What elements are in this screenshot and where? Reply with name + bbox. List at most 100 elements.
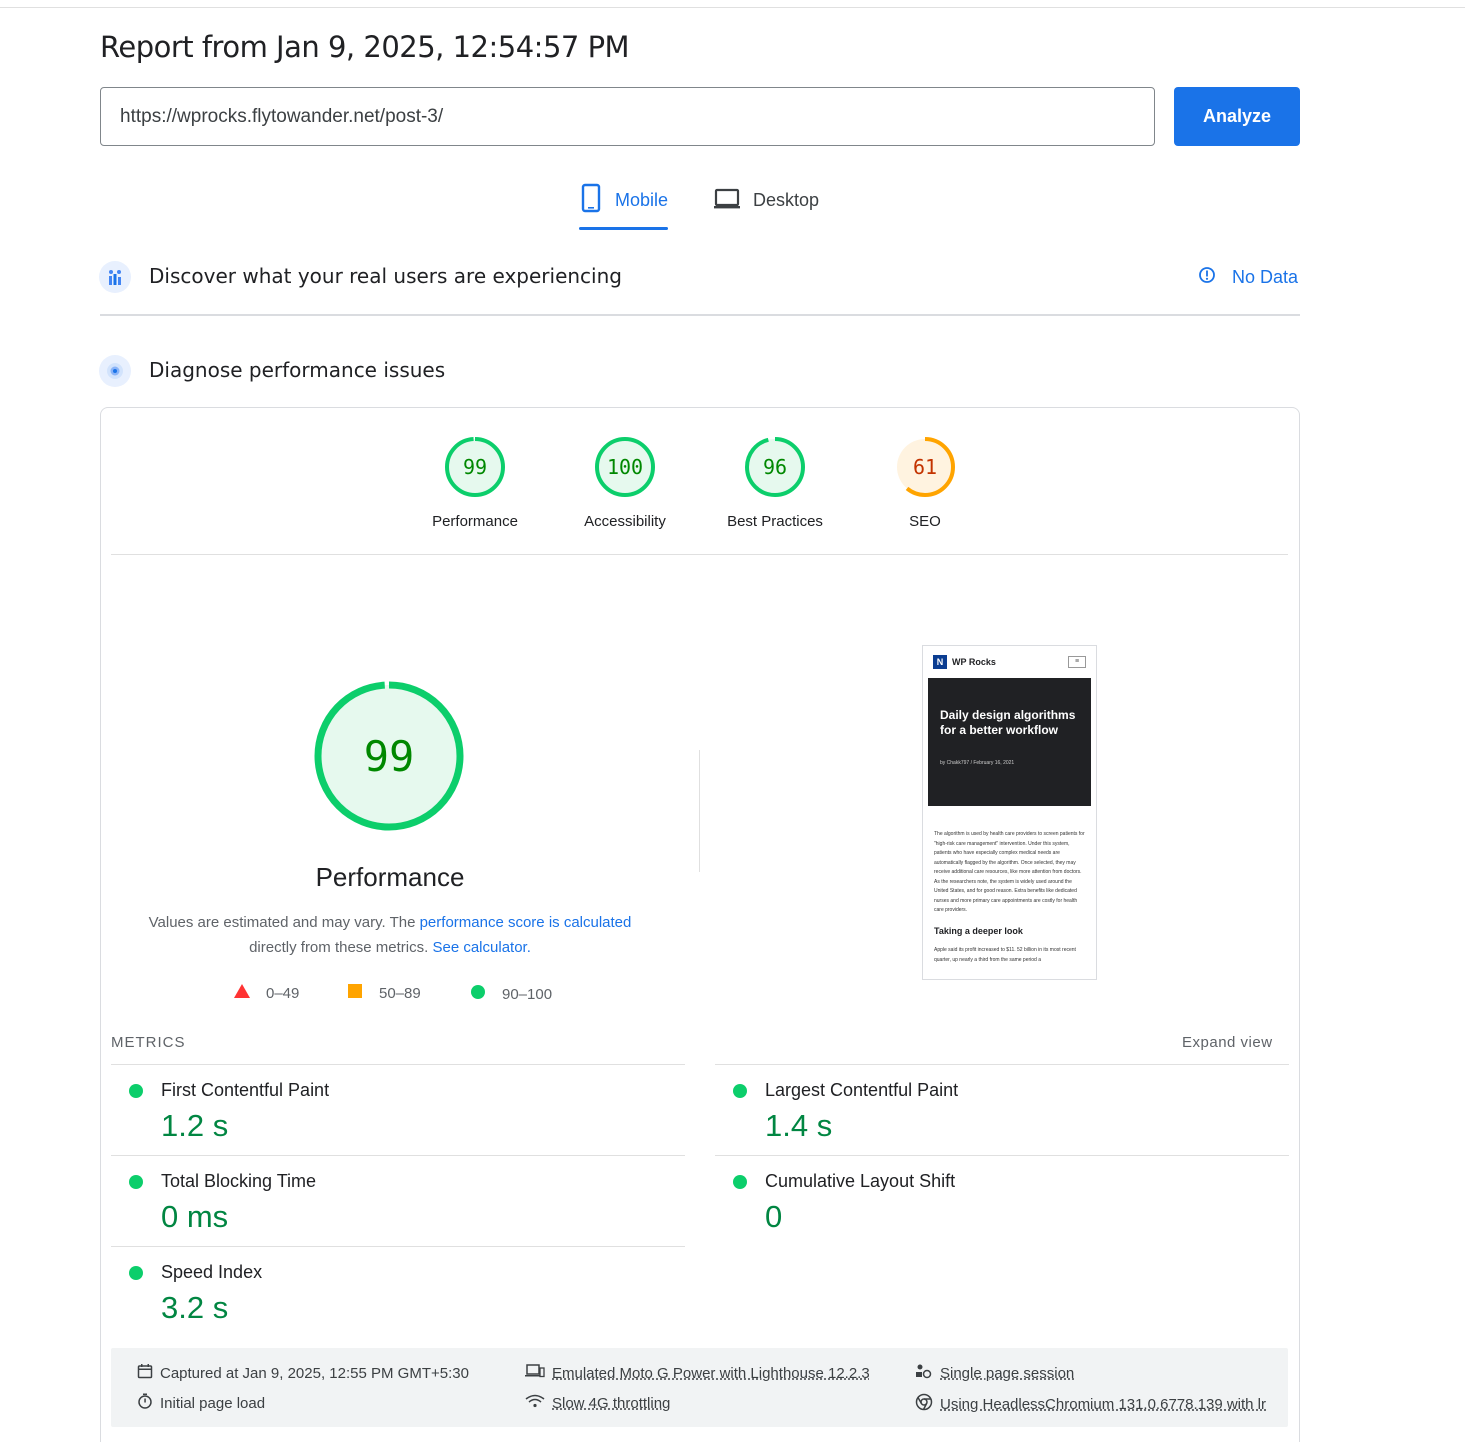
gauge-best-practices[interactable]: 96 Best Practices <box>715 435 835 530</box>
top-border <box>0 7 1465 8</box>
gauges-divider <box>111 554 1288 555</box>
metric-value: 0 ms <box>161 1199 229 1234</box>
legend-pass: 90–100 <box>470 984 552 1004</box>
diagnose-icon <box>99 355 131 387</box>
final-screenshot[interactable]: N WP Rocks ≡ Daily design algorithms for… <box>922 645 1097 980</box>
performance-description: Values are estimated and may vary. The p… <box>130 910 650 960</box>
screenshot-headline: Daily design algorithms for a better wor… <box>940 708 1076 737</box>
screenshot-paragraph: The algorithm is used by health care pro… <box>934 831 1085 913</box>
desc-text-2: directly from these metrics. <box>249 939 433 956</box>
screenshot-body: The algorithm is used by health care pro… <box>923 806 1096 965</box>
hamburger-icon: ≡ <box>1068 656 1086 668</box>
timer-icon <box>137 1393 153 1413</box>
chrome-icon <box>915 1393 933 1415</box>
metric-cls: Cumulative Layout Shift 0 <box>715 1155 1289 1246</box>
square-icon <box>347 984 363 1002</box>
legend-pass-label: 90–100 <box>502 985 553 1003</box>
gauge-score: 99 <box>364 732 415 781</box>
vertical-separator <box>699 750 700 872</box>
emulated-device[interactable]: Emulated Moto G Power with Lighthouse 12… <box>525 1363 870 1383</box>
page-title: Report from Jan 9, 2025, 12:54:57 PM <box>100 30 630 64</box>
gauge-score: 100 <box>607 455 643 479</box>
metric-name: Cumulative Layout Shift <box>765 1171 956 1191</box>
performance-title: Performance <box>315 862 465 892</box>
screenshot-header: N WP Rocks ≡ <box>923 646 1096 678</box>
wifi-icon <box>525 1393 545 1413</box>
screenshot-paragraph-2: Apple said its profit increased to $11. … <box>934 947 1076 963</box>
gauge-seo-ring: 61 <box>895 437 955 497</box>
metric-value: 1.2 s <box>161 1108 229 1143</box>
page-session[interactable]: Single page session <box>915 1363 1074 1383</box>
gauge-seo[interactable]: 61 SEO <box>865 435 985 530</box>
desc-text-1: Values are estimated and may vary. The <box>148 914 420 931</box>
metric-value: 1.4 s <box>765 1108 833 1143</box>
no-data-link[interactable]: No Data <box>1198 266 1298 289</box>
users-icon <box>99 261 131 293</box>
metric-fcp: First Contentful Paint 1.2 s <box>111 1064 685 1155</box>
url-input-value: https://wprocks.flytowander.net/post-3/ <box>120 105 444 127</box>
analyze-button[interactable]: Analyze <box>1174 87 1300 146</box>
info-icon <box>1198 266 1216 289</box>
session-label: Single page session <box>940 1364 1075 1382</box>
gauge-performance[interactable]: 99 Performance <box>415 435 535 530</box>
gauge-score: 61 <box>913 455 937 479</box>
legend-fail-label: 0–49 <box>266 984 300 1002</box>
gauge-score: 99 <box>463 455 487 479</box>
gauge-performance-label: Performance <box>432 513 518 530</box>
gauge-seo-label: SEO <box>909 513 941 530</box>
mobile-icon <box>579 182 603 219</box>
see-calculator-link[interactable]: See calculator. <box>432 939 530 956</box>
screenshot-meta: by Chakk797 / February 16, 2021 <box>940 760 1015 766</box>
legend-average: 50–89 <box>347 984 421 1002</box>
triangle-icon <box>234 984 250 1002</box>
metrics-heading: METRICS <box>111 1034 186 1051</box>
no-data-label: No Data <box>1232 267 1299 287</box>
url-input[interactable]: https://wprocks.flytowander.net/post-3/ <box>100 87 1155 146</box>
calendar-icon <box>137 1363 153 1383</box>
metric-value: 0 <box>765 1199 783 1234</box>
pass-dot-icon <box>129 1084 143 1098</box>
throttling[interactable]: Slow 4G throttling <box>525 1393 670 1413</box>
gauge-score: 96 <box>763 455 787 479</box>
gauge-best-practices-ring: 96 <box>745 437 805 497</box>
screenshot-hero: Daily design algorithms for a better wor… <box>928 678 1091 806</box>
site-name: WP Rocks <box>952 657 996 667</box>
devices-icon <box>525 1363 545 1383</box>
gauge-accessibility[interactable]: 100 Accessibility <box>565 435 685 530</box>
legend-fail: 0–49 <box>234 984 299 1002</box>
section-divider <box>100 314 1300 316</box>
pass-dot-icon <box>129 1266 143 1280</box>
browser-label: Using HeadlessChromium 131.0.6778.139 wi… <box>940 1395 1267 1413</box>
gauge-performance-ring: 99 <box>445 437 505 497</box>
metric-name: Total Blocking Time <box>161 1171 317 1191</box>
pass-dot-icon <box>129 1175 143 1189</box>
runtime-settings: Captured at Jan 9, 2025, 12:55 PM GMT+5:… <box>111 1348 1288 1427</box>
captured-label: Captured at Jan 9, 2025, 12:55 PM GMT+5:… <box>160 1364 469 1382</box>
initial-load: Initial page load <box>137 1393 265 1413</box>
legend-average-label: 50–89 <box>379 984 421 1002</box>
crux-title: Discover what your real users are experi… <box>149 264 622 288</box>
tab-desktop[interactable]: Desktop <box>713 182 819 230</box>
site-logo: N <box>933 655 947 669</box>
score-calculated-link[interactable]: performance score is calculated <box>420 914 632 931</box>
circle-icon <box>470 984 486 1004</box>
initial-load-label: Initial page load <box>160 1394 266 1412</box>
tab-mobile[interactable]: Mobile <box>579 182 669 230</box>
metric-tbt: Total Blocking Time 0 ms <box>111 1155 685 1246</box>
pass-dot-icon <box>733 1175 747 1189</box>
screenshot-subheading: Taking a deeper look <box>934 925 1023 936</box>
browser-version[interactable]: Using HeadlessChromium 131.0.6778.139 wi… <box>915 1393 1266 1415</box>
gauge-best-practices-label: Best Practices <box>727 513 823 530</box>
metric-name: Speed Index <box>161 1262 263 1282</box>
throttling-label: Slow 4G throttling <box>552 1394 671 1412</box>
metric-name: First Contentful Paint <box>161 1080 330 1100</box>
pass-dot-icon <box>733 1084 747 1098</box>
metric-value: 3.2 s <box>161 1290 229 1325</box>
desktop-icon <box>713 182 741 219</box>
gauge-accessibility-ring: 100 <box>595 437 655 497</box>
expand-view-button[interactable]: Expand view <box>1182 1034 1273 1051</box>
tab-desktop-label: Desktop <box>753 190 820 210</box>
metric-si: Speed Index 3.2 s <box>111 1246 685 1337</box>
device-label: Emulated Moto G Power with Lighthouse 12… <box>552 1364 870 1382</box>
tab-mobile-label: Mobile <box>615 190 669 210</box>
